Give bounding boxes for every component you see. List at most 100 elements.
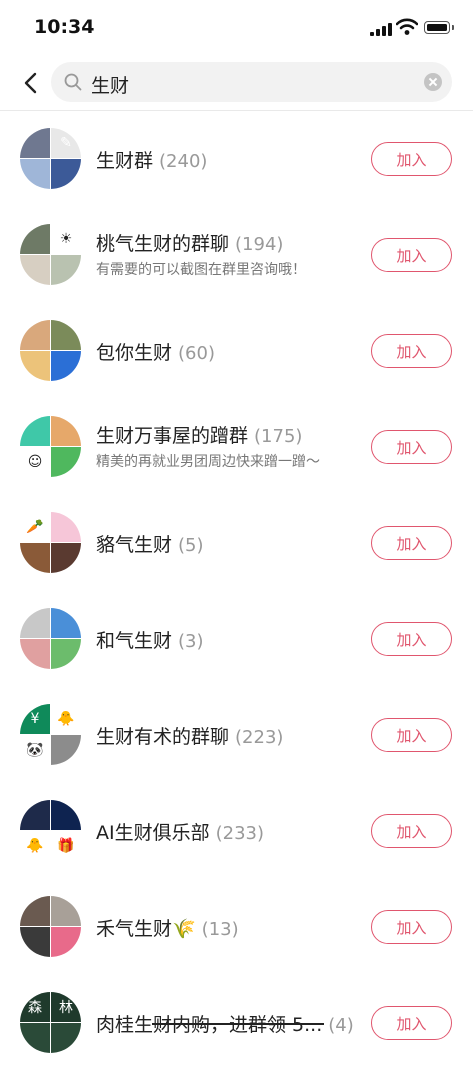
avatar-tile [51, 800, 81, 830]
group-title: 包你生财 (60) [96, 338, 215, 365]
avatar-glyph: 🐼 [26, 742, 44, 758]
avatar-tile [20, 224, 50, 254]
strikethrough-mark [152, 1023, 324, 1025]
avatar-tile [51, 639, 81, 669]
avatar-tile [20, 416, 50, 446]
join-button[interactable]: 加入 [371, 430, 452, 464]
group-title: 桃气生财的群聊 (194) [96, 229, 283, 256]
avatar-glyph: ☺ [27, 454, 43, 470]
avatar-glyph: 林 [59, 1000, 73, 1016]
group-result-item[interactable]: ☀ 桃气生财的群聊 (194) 有需要的可以截图在群里咨询哦！ 加入 [0, 207, 473, 303]
avatar-tile [20, 608, 50, 638]
search-query[interactable]: 生财 [91, 71, 129, 98]
avatar-tile [51, 159, 81, 189]
member-count: (194) [235, 234, 284, 255]
avatar-glyph: 🐥 [26, 838, 44, 854]
avatar-tile [51, 1023, 81, 1053]
group-result-item[interactable]: ✎ 生财群 (240) 加入 [0, 111, 473, 207]
clear-search-icon[interactable] [424, 73, 442, 91]
avatar-tile: 🥕 [20, 512, 50, 542]
back-arrow-icon[interactable] [18, 68, 44, 98]
group-name: AI生财俱乐部 [96, 822, 210, 844]
join-button[interactable]: 加入 [371, 526, 452, 560]
avatar-tile [51, 896, 81, 926]
group-result-item[interactable]: ☺ 生财万事屋的蹭群 (175) 精美的再就业男团周边快来蹭一蹭～ 加入 [0, 399, 473, 495]
group-name: 肉桂生财内购，进群领 5... [96, 1014, 323, 1036]
avatar-tile [20, 896, 50, 926]
group-result-item[interactable]: 包你生财 (60) 加入 [0, 303, 473, 399]
group-title: 生财群 (240) [96, 146, 207, 173]
search-input[interactable]: 生财 [51, 62, 452, 102]
avatar-glyph: 森 [28, 1000, 42, 1016]
avatar-glyph: ¥ [30, 711, 40, 727]
group-name: 包你生财 [96, 342, 173, 364]
group-title: 貉气生财 (5) [96, 530, 204, 557]
group-avatar: 森林 [20, 992, 81, 1053]
group-avatar: ☺ [20, 416, 81, 477]
group-avatar: 🥕 [20, 512, 81, 573]
avatar-tile [51, 255, 81, 285]
avatar-tile [51, 320, 81, 350]
group-avatar: ¥ 🐥 🐼 [20, 704, 81, 765]
group-name: 貉气生财 [96, 534, 173, 556]
group-title: 禾气生财🌾 (13) [96, 914, 239, 941]
group-avatar [20, 320, 81, 381]
group-result-item[interactable]: 森林肉桂生财内购，进群领 5... (4) 加入 [0, 975, 473, 1071]
battery-tip [452, 25, 454, 30]
avatar-tile [20, 351, 50, 381]
member-count: (223) [235, 727, 284, 748]
group-name: 生财万事屋的蹭群 [96, 425, 249, 447]
member-count: (5) [178, 535, 204, 556]
group-description: 有需要的可以截图在群里咨询哦！ [96, 262, 306, 278]
join-button[interactable]: 加入 [371, 238, 452, 272]
status-time: 10:34 [34, 16, 95, 38]
group-name: 桃气生财的群聊 [96, 233, 230, 255]
avatar-tile: 🐥 [51, 704, 81, 734]
join-button[interactable]: 加入 [371, 814, 452, 848]
wifi-icon [396, 18, 418, 35]
avatar-tile: ¥ [20, 704, 50, 734]
avatar-tile: 林 [51, 992, 81, 1022]
group-avatar: ✎ [20, 128, 81, 189]
join-button[interactable]: 加入 [371, 1006, 452, 1040]
join-button[interactable]: 加入 [371, 622, 452, 656]
avatar-tile [20, 128, 50, 158]
group-title: 生财有术的群聊 (223) [96, 722, 283, 749]
group-avatar [20, 896, 81, 957]
group-avatar: ☀ [20, 224, 81, 285]
group-result-item[interactable]: 禾气生财🌾 (13) 加入 [0, 879, 473, 975]
avatar-tile [51, 608, 81, 638]
join-button[interactable]: 加入 [371, 718, 452, 752]
avatar-tile: 森 [20, 992, 50, 1022]
avatar-glyph: ☀ [59, 231, 73, 247]
group-title: 生财万事屋的蹭群 (175) [96, 421, 302, 448]
group-result-item[interactable]: 和气生财 (3) 加入 [0, 591, 473, 687]
group-avatar [20, 608, 81, 669]
group-title: 和气生财 (3) [96, 626, 204, 653]
group-name: 生财群 [96, 150, 154, 172]
avatar-tile: 🎁 [51, 831, 81, 861]
join-button[interactable]: 加入 [371, 334, 452, 368]
group-name: 和气生财 [96, 630, 173, 652]
group-name: 禾气生财🌾 [96, 918, 196, 940]
group-result-item[interactable]: ¥ 🐥 🐼 生财有术的群聊 (223) 加入 [0, 687, 473, 783]
avatar-tile [20, 320, 50, 350]
group-name: 生财有术的群聊 [96, 726, 230, 748]
group-result-item[interactable]: 🥕 貉气生财 (5) 加入 [0, 495, 473, 591]
avatar-tile: 🐥 [20, 831, 50, 861]
cellular-signal-icon [370, 22, 392, 36]
avatar-tile [51, 416, 81, 446]
member-count: (4) [328, 1015, 354, 1036]
join-button[interactable]: 加入 [371, 910, 452, 944]
group-result-item[interactable]: 🐥 🎁 AI生财俱乐部 (233) 加入 [0, 783, 473, 879]
avatar-tile [51, 927, 81, 957]
avatar-tile [51, 543, 81, 573]
member-count: (3) [178, 631, 204, 652]
avatar-tile [51, 351, 81, 381]
join-button[interactable]: 加入 [371, 142, 452, 176]
avatar-tile [51, 512, 81, 542]
search-icon [64, 73, 82, 91]
battery-icon [424, 21, 450, 34]
avatar-tile [20, 255, 50, 285]
member-count: (240) [159, 151, 208, 172]
